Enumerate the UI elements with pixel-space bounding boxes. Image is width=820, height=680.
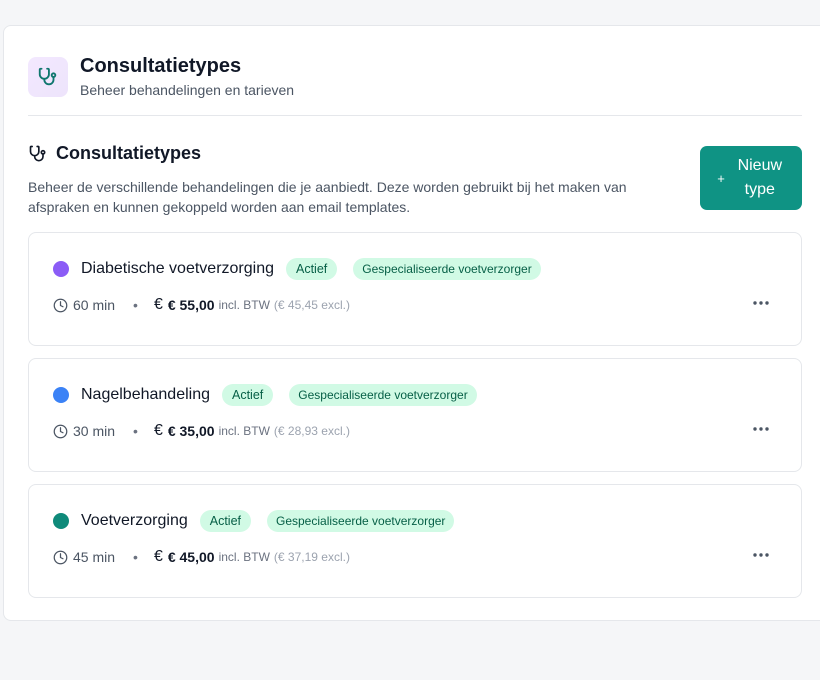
page-header: Consultatietypes Beheer behandelingen en… <box>28 55 294 98</box>
duration: 60 min <box>73 297 116 313</box>
section-heading: Consultatietypes <box>28 143 201 164</box>
status-badge: Actief <box>286 258 338 280</box>
euro-icon: € <box>153 548 163 565</box>
clock-icon <box>53 424 68 438</box>
specialist-badge: Gespecialiseerde voetverzorger <box>289 384 477 406</box>
price-excl: (€ 45,45 excl.) <box>273 298 350 312</box>
price-incl-label: incl. BTW <box>218 550 270 564</box>
type-name: Diabetische voetverzorging <box>81 260 274 277</box>
separator-dot: • <box>133 297 138 313</box>
separator-dot: • <box>133 549 138 565</box>
type-name: Nagelbehandeling <box>81 386 210 403</box>
price: € 45,00 <box>167 549 215 565</box>
more-horizontal-icon <box>753 427 769 431</box>
plus-icon: + <box>717 171 725 186</box>
new-type-button[interactable]: + Nieuw type <box>700 146 802 210</box>
stethoscope-icon <box>29 145 46 161</box>
price-incl-label: incl. BTW <box>218 424 270 438</box>
type-color-dot <box>53 261 69 277</box>
clock-icon <box>53 298 68 312</box>
type-card[interactable]: Voetverzorging Actief Gespecialiseerde v… <box>28 484 802 598</box>
consultation-types-panel: Consultatietypes Beheer behandelingen en… <box>3 25 820 621</box>
clock-icon <box>53 550 68 564</box>
duration: 45 min <box>73 549 116 565</box>
status-badge: Actief <box>199 510 251 532</box>
specialist-badge: Gespecialiseerde voetverzorger <box>353 258 541 280</box>
type-name: Voetverzorging <box>81 512 188 529</box>
more-options-button[interactable] <box>747 419 775 439</box>
type-card[interactable]: Diabetische voetverzorging Actief Gespec… <box>28 232 802 346</box>
price-incl-label: incl. BTW <box>218 298 270 312</box>
euro-icon: € <box>153 296 163 313</box>
price: € 35,00 <box>167 423 215 439</box>
specialist-badge: Gespecialiseerde voetverzorger <box>267 510 455 532</box>
more-horizontal-icon <box>753 553 769 557</box>
type-color-dot <box>53 513 69 529</box>
duration: 30 min <box>73 423 116 439</box>
price-excl: (€ 28,93 excl.) <box>273 424 350 438</box>
page-title: Consultatietypes <box>80 55 242 77</box>
more-options-button[interactable] <box>747 545 775 565</box>
stethoscope-icon <box>28 56 68 97</box>
euro-icon: € <box>153 422 163 439</box>
separator-dot: • <box>133 423 138 439</box>
section-title: Consultatietypes <box>56 143 202 163</box>
page-subtitle: Beheer behandelingen en tarieven <box>80 82 295 98</box>
section-description: Beheer de verschillende behandelingen di… <box>28 179 627 215</box>
status-badge: Actief <box>222 384 274 406</box>
type-card[interactable]: Nagelbehandeling Actief Gespecialiseerde… <box>28 358 802 472</box>
type-color-dot <box>53 387 69 403</box>
header-divider <box>28 115 802 116</box>
new-type-button-label: Nieuw type <box>737 157 783 198</box>
price: € 55,00 <box>167 297 215 313</box>
price-excl: (€ 37,19 excl.) <box>273 550 350 564</box>
more-options-button[interactable] <box>747 293 775 313</box>
more-horizontal-icon <box>753 301 769 305</box>
